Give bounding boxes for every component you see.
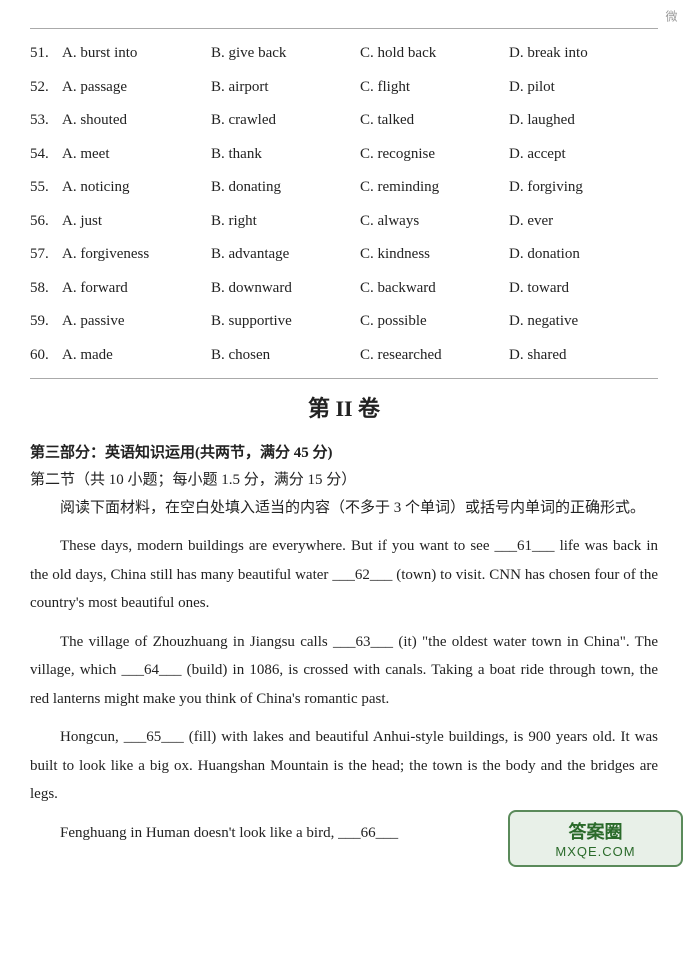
- mcq-option-a: A. meet: [62, 142, 211, 168]
- mcq-num: 60.: [30, 343, 62, 369]
- mcq-option-d: D. laughed: [509, 108, 658, 134]
- mcq-option-c: C. possible: [360, 309, 509, 335]
- mcq-option-a: A. forward: [62, 276, 211, 302]
- mcq-option-a: A. shouted: [62, 108, 211, 134]
- mcq-option-a: A. just: [62, 209, 211, 235]
- mcq-option-d: D. accept: [509, 142, 658, 168]
- mcq-option-b: B. airport: [211, 75, 360, 101]
- watermark-title: 答案圈: [520, 818, 671, 844]
- mcq-option-a: A. passage: [62, 75, 211, 101]
- instruction: 阅读下面材料，在空白处填入适当的内容（不多于 3 个单词）或括号内单词的正确形式…: [30, 495, 658, 522]
- mcq-num: 53.: [30, 108, 62, 134]
- watermark-box: 答案圈 MXQE.COM: [508, 810, 683, 867]
- mcq-row: 55. A. noticing B. donating C. reminding…: [30, 175, 658, 201]
- passage-paragraph: Hongcun, ___65___ (fill) with lakes and …: [30, 723, 658, 809]
- mcq-option-b: B. supportive: [211, 309, 360, 335]
- mcq-num: 59.: [30, 309, 62, 335]
- mcq-option-a: A. passive: [62, 309, 211, 335]
- mcq-row: 53. A. shouted B. crawled C. talked D. l…: [30, 108, 658, 134]
- page-container: 微 51. A. burst into B. give back C. hold…: [0, 0, 688, 877]
- mcq-row: 59. A. passive B. supportive C. possible…: [30, 309, 658, 335]
- mcq-option-b: B. downward: [211, 276, 360, 302]
- passage-paragraph: These days, modern buildings are everywh…: [30, 532, 658, 618]
- mcq-option-d: D. ever: [509, 209, 658, 235]
- section2-subtitle: 第二节（共 10 小题；每小题 1.5 分，满分 15 分）: [30, 468, 658, 489]
- mcq-option-c: C. backward: [360, 276, 509, 302]
- mcq-option-c: C. always: [360, 209, 509, 235]
- mcq-option-d: D. pilot: [509, 75, 658, 101]
- mcq-option-c: C. talked: [360, 108, 509, 134]
- passage-paragraph: The village of Zhouzhuang in Jiangsu cal…: [30, 628, 658, 714]
- mcq-num: 52.: [30, 75, 62, 101]
- mcq-num: 55.: [30, 175, 62, 201]
- mcq-option-a: A. forgiveness: [62, 242, 211, 268]
- top-divider: [30, 28, 658, 29]
- paragraphs-container: These days, modern buildings are everywh…: [30, 532, 658, 847]
- mcq-num: 51.: [30, 41, 62, 67]
- mcq-option-b: B. crawled: [211, 108, 360, 134]
- mcq-option-b: B. thank: [211, 142, 360, 168]
- mcq-row: 54. A. meet B. thank C. recognise D. acc…: [30, 142, 658, 168]
- corner-text: 微: [663, 10, 680, 22]
- mcq-option-b: B. chosen: [211, 343, 360, 369]
- mcq-option-b: B. give back: [211, 41, 360, 67]
- watermark-subtitle: MXQE.COM: [520, 844, 671, 859]
- mcq-option-d: D. forgiving: [509, 175, 658, 201]
- mcq-option-c: C. researched: [360, 343, 509, 369]
- mcq-num: 54.: [30, 142, 62, 168]
- mcq-option-b: B. donating: [211, 175, 360, 201]
- mcq-row: 51. A. burst into B. give back C. hold b…: [30, 41, 658, 67]
- mcq-section: 51. A. burst into B. give back C. hold b…: [30, 41, 658, 368]
- mcq-row: 56. A. just B. right C. always D. ever: [30, 209, 658, 235]
- mcq-row: 58. A. forward B. downward C. backward D…: [30, 276, 658, 302]
- part3-title: 第三部分：英语知识运用(共两节，满分 45 分): [30, 441, 658, 462]
- mcq-num: 56.: [30, 209, 62, 235]
- section2-title: 第 II 卷: [30, 391, 658, 423]
- mcq-option-c: C. recognise: [360, 142, 509, 168]
- mcq-option-a: A. burst into: [62, 41, 211, 67]
- mcq-option-c: C. flight: [360, 75, 509, 101]
- mcq-option-a: A. made: [62, 343, 211, 369]
- mcq-option-d: D. negative: [509, 309, 658, 335]
- mcq-num: 58.: [30, 276, 62, 302]
- mcq-row: 57. A. forgiveness B. advantage C. kindn…: [30, 242, 658, 268]
- mcq-row: 52. A. passage B. airport C. flight D. p…: [30, 75, 658, 101]
- mcq-option-c: C. hold back: [360, 41, 509, 67]
- mcq-row: 60. A. made B. chosen C. researched D. s…: [30, 343, 658, 369]
- mcq-option-b: B. right: [211, 209, 360, 235]
- mcq-option-c: C. kindness: [360, 242, 509, 268]
- mcq-option-d: D. toward: [509, 276, 658, 302]
- mcq-option-a: A. noticing: [62, 175, 211, 201]
- mcq-option-b: B. advantage: [211, 242, 360, 268]
- mcq-option-d: D. donation: [509, 242, 658, 268]
- mid-divider: [30, 378, 658, 379]
- mcq-option-d: D. break into: [509, 41, 658, 67]
- mcq-num: 57.: [30, 242, 62, 268]
- mcq-option-c: C. reminding: [360, 175, 509, 201]
- mcq-option-d: D. shared: [509, 343, 658, 369]
